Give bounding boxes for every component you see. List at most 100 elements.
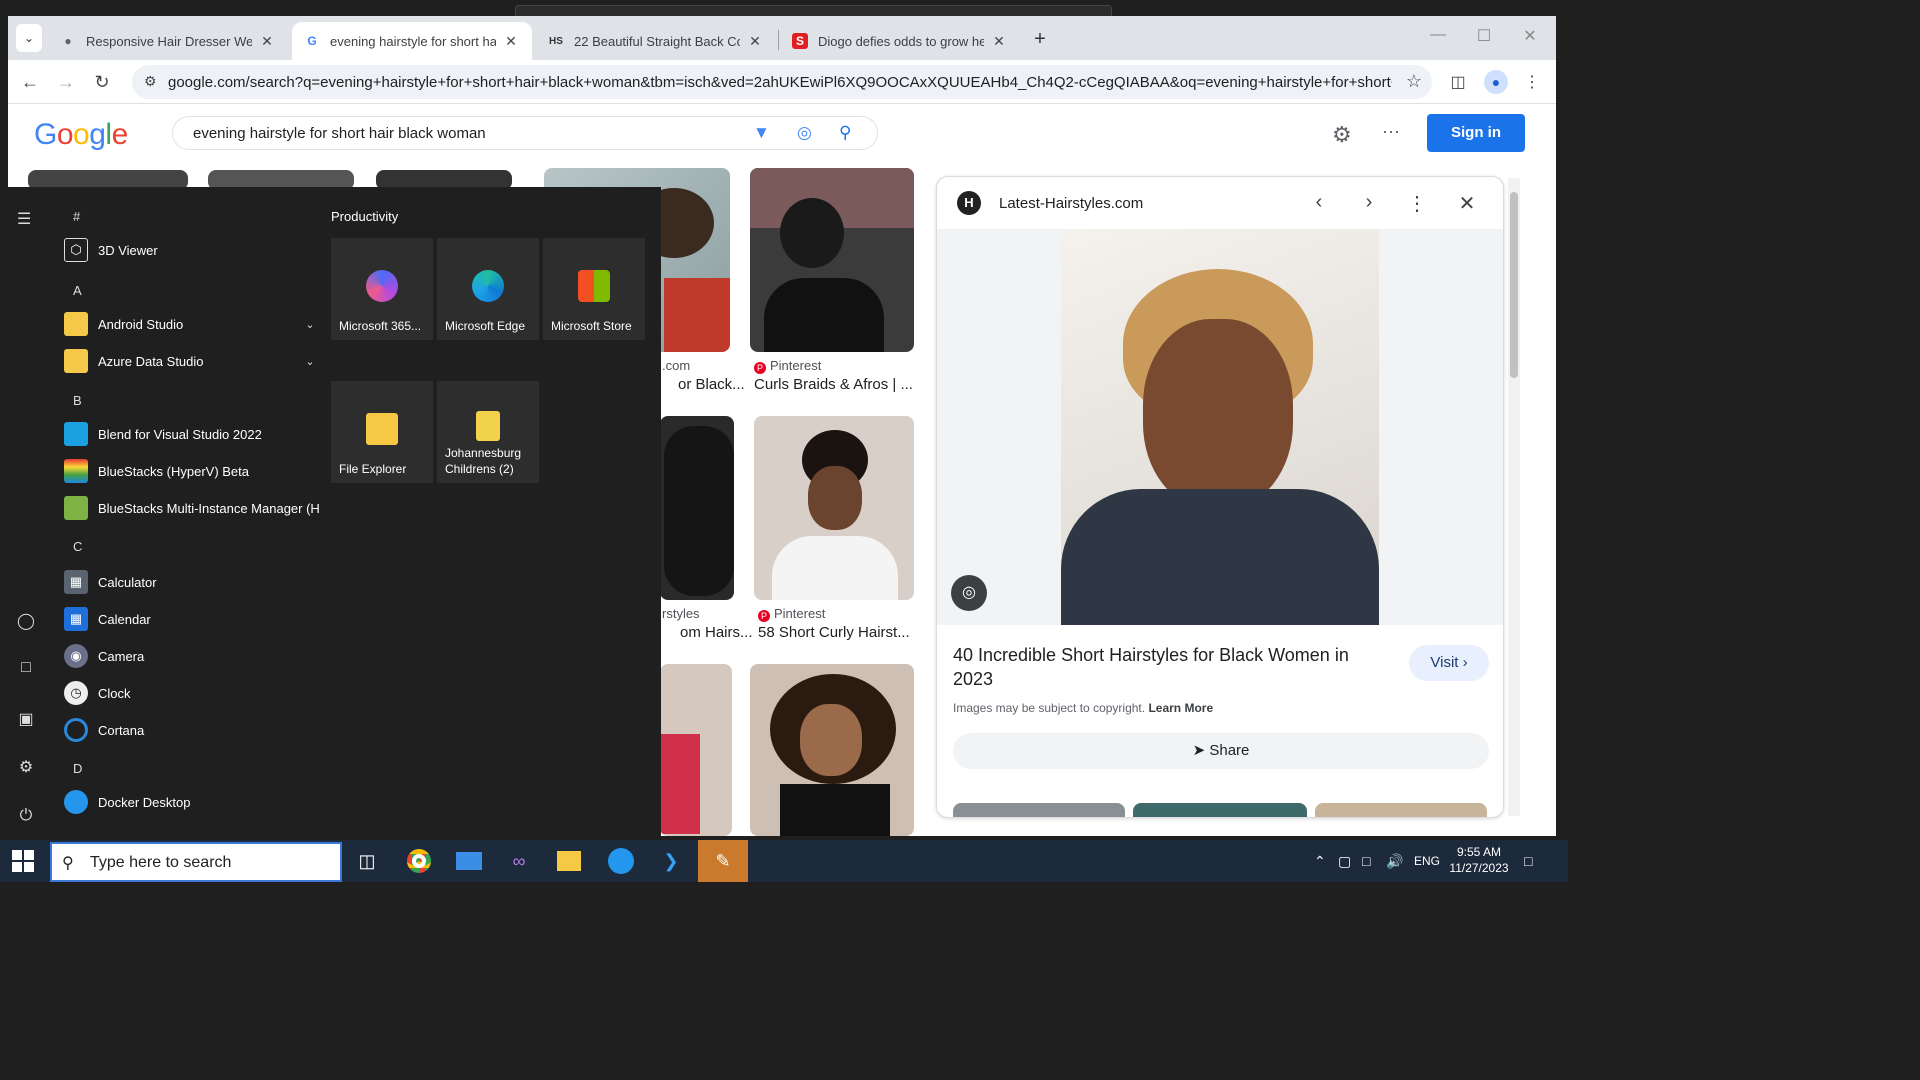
taskbar-clock[interactable]: 9:55 AM 11/27/2023	[1448, 844, 1510, 876]
result-title[interactable]: om Hairs...	[680, 624, 753, 641]
app-android-studio[interactable]: Android Studio ⌄	[64, 309, 320, 339]
app-3d-viewer[interactable]: ⬡ 3D Viewer	[64, 235, 320, 265]
microphone-icon[interactable]: ▼	[753, 123, 770, 143]
related-thumbnail[interactable]	[1315, 803, 1487, 817]
documents-icon[interactable]: □	[16, 659, 36, 677]
sign-in-button[interactable]: Sign in	[1427, 114, 1525, 152]
search-query-text[interactable]: evening hairstyle for short hair black w…	[193, 125, 486, 142]
chrome-icon[interactable]	[394, 840, 444, 882]
hamburger-menu-icon[interactable]: ☰	[17, 209, 31, 229]
vscode-icon[interactable]: ❯	[646, 840, 696, 882]
docker-icon[interactable]	[596, 840, 646, 882]
close-tab-icon[interactable]: ✕	[990, 33, 1008, 50]
tab-cornrows[interactable]: HS 22 Beautiful Straight Back Corn ✕	[536, 22, 776, 60]
site-name[interactable]: Latest-Hairstyles.com	[999, 195, 1143, 212]
tile-microsoft-edge[interactable]: Microsoft Edge	[437, 238, 539, 340]
volume-icon[interactable]: 🔊	[1386, 853, 1403, 870]
learn-more-link[interactable]: Learn More	[1148, 701, 1213, 715]
result-thumbnail[interactable]	[754, 416, 914, 600]
visual-studio-icon[interactable]: ∞	[494, 840, 544, 882]
preview-image[interactable]	[937, 229, 1503, 625]
app-clock[interactable]: ◷ Clock	[64, 678, 320, 708]
menu-kebab-icon[interactable]: ⋮	[1520, 72, 1544, 94]
result-source-pinterest[interactable]: P Pinterest	[758, 606, 825, 622]
tile-johannesburg-childrens[interactable]: Johannesburg Childrens (2)	[437, 381, 539, 483]
search-icon[interactable]: ⚲	[839, 123, 851, 143]
result-source[interactable]: .com	[662, 358, 690, 373]
preview-title[interactable]: 40 Incredible Short Hairstyles for Black…	[953, 643, 1373, 691]
task-view-icon[interactable]: ◫	[342, 840, 392, 882]
app-blend[interactable]: Blend for Visual Studio 2022	[64, 419, 320, 449]
scrollbar-thumb[interactable]	[1510, 192, 1518, 378]
result-title[interactable]: 58 Short Curly Hairst...	[758, 624, 910, 641]
letter-header[interactable]: #	[73, 209, 80, 224]
show-hidden-icons-icon[interactable]: ⌃	[1314, 853, 1326, 870]
reload-button[interactable]: ↻	[88, 68, 116, 96]
app-azure-data-studio[interactable]: Azure Data Studio ⌄	[64, 346, 320, 376]
chevron-left-icon[interactable]: ‹	[1307, 191, 1331, 214]
letter-header[interactable]: D	[73, 761, 82, 776]
related-thumbnail[interactable]	[1133, 803, 1307, 817]
side-panel-icon[interactable]: ◫	[1446, 72, 1470, 94]
user-account-icon[interactable]: ◯	[16, 611, 36, 631]
result-title[interactable]: Curls Braids & Afros | ...	[754, 376, 913, 393]
network-icon[interactable]: □	[1362, 853, 1370, 869]
language-indicator[interactable]: ENG	[1414, 854, 1440, 868]
site-info-icon[interactable]: ⚙	[144, 73, 157, 90]
tab-diogo[interactable]: S Diogo defies odds to grow her ✕	[780, 22, 1020, 60]
device-icon[interactable]: ▢	[1338, 853, 1351, 870]
result-source-pinterest[interactable]: P Pinterest	[754, 358, 821, 374]
tile-microsoft-365[interactable]: Microsoft 365...	[331, 238, 433, 340]
bookmark-star-icon[interactable]: ☆	[1406, 71, 1422, 92]
tab-search-dropdown[interactable]: ⌄	[16, 24, 42, 52]
tile-file-explorer[interactable]: File Explorer	[331, 381, 433, 483]
result-source[interactable]: rstyles	[662, 606, 700, 621]
close-tab-icon[interactable]: ✕	[746, 33, 764, 50]
apps-grid-icon[interactable]: ⋯	[1382, 122, 1400, 143]
app-camera[interactable]: ◉ Camera	[64, 641, 320, 671]
tab-google-search[interactable]: G evening hairstyle for short hair ✕	[292, 22, 532, 60]
maximize-button[interactable]: ☐	[1464, 26, 1504, 46]
profile-avatar[interactable]: ●	[1484, 70, 1508, 94]
chevron-right-icon[interactable]: ›	[1357, 191, 1381, 214]
panel-scrollbar[interactable]	[1508, 178, 1520, 816]
close-tab-icon[interactable]: ✕	[502, 33, 520, 50]
result-thumbnail[interactable]	[660, 416, 734, 600]
app-bluestacks[interactable]: BlueStacks (HyperV) Beta	[64, 456, 320, 486]
app-cortana[interactable]: Cortana	[64, 715, 320, 745]
taskbar-search-box[interactable]: ⚲ Type here to search	[50, 842, 342, 882]
settings-gear-icon[interactable]: ⚙	[1332, 122, 1352, 148]
new-tab-button[interactable]: +	[1026, 26, 1054, 54]
camera-lens-icon[interactable]: ◎	[797, 123, 812, 143]
result-title[interactable]: or Black...	[678, 376, 745, 393]
app-calculator[interactable]: ▦ Calculator	[64, 567, 320, 597]
minimize-button[interactable]: —	[1418, 26, 1458, 44]
close-window-button[interactable]: ✕	[1510, 26, 1550, 46]
forward-button[interactable]: →	[52, 68, 80, 96]
share-button[interactable]: ➤ Share	[953, 733, 1489, 769]
app-calendar[interactable]: ▦ Calendar	[64, 604, 320, 634]
tile-microsoft-store[interactable]: Microsoft Store	[543, 238, 645, 340]
close-tab-icon[interactable]: ✕	[258, 33, 276, 50]
notification-icon[interactable]: □	[1524, 853, 1532, 869]
windows-start-button[interactable]	[12, 850, 34, 872]
settings-icon[interactable]: ⚙	[16, 757, 36, 777]
letter-header[interactable]: A	[73, 283, 82, 298]
lens-search-icon[interactable]: ◎	[951, 575, 987, 611]
google-logo[interactable]: Google	[34, 118, 128, 152]
pictures-icon[interactable]: ▣	[16, 709, 36, 729]
file-explorer-icon[interactable]	[544, 840, 594, 882]
paint-icon[interactable]: ✎	[698, 840, 748, 882]
url-text[interactable]: google.com/search?q=evening+hairstyle+fo…	[168, 74, 1392, 91]
back-button[interactable]: ←	[16, 68, 44, 96]
visit-button[interactable]: Visit ›	[1409, 645, 1489, 681]
result-thumbnail[interactable]	[750, 664, 914, 836]
more-options-icon[interactable]: ⋮	[1405, 191, 1429, 216]
result-thumbnail[interactable]	[750, 168, 914, 352]
app-docker[interactable]: Docker Desktop	[64, 787, 320, 817]
mail-icon[interactable]	[444, 840, 494, 882]
power-icon[interactable]: ⏻	[16, 807, 36, 825]
app-bluestacks-mim[interactable]: BlueStacks Multi-Instance Manager (H...	[64, 493, 320, 523]
related-thumbnail[interactable]	[953, 803, 1125, 817]
address-bar[interactable]: ⚙ google.com/search?q=evening+hairstyle+…	[132, 65, 1432, 99]
